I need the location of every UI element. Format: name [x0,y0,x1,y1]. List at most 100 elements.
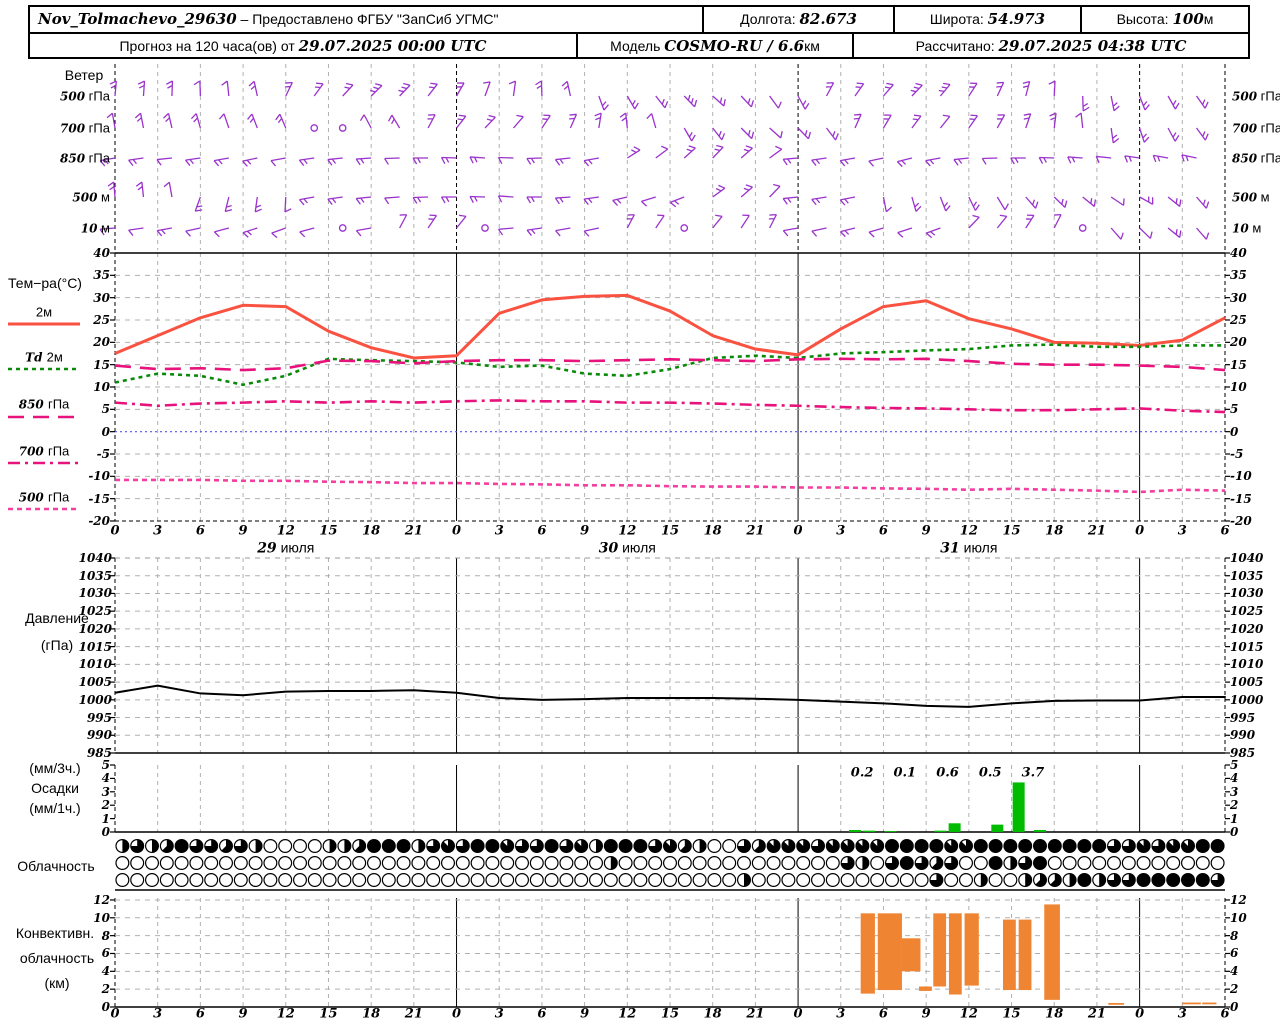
wind-barb-icon [1139,127,1150,143]
wind-barb-icon [640,196,656,207]
header-label: Широта: [929,11,988,27]
cloud-okta-symbol [248,872,263,887]
cloud-okta-fill [980,873,988,887]
cloud-okta-symbol [337,872,352,887]
wind-barb-icon [128,157,144,166]
wind-barb-icon [996,214,1008,229]
cloud-okta-symbol [485,872,500,887]
wind-barb-icon [996,81,1005,97]
cloud-okta-symbol [1195,855,1210,870]
wind-barb-icon [384,196,400,205]
header-label: – [236,11,253,27]
cloud-okta-symbol [618,838,633,853]
wind-barb-icon [99,157,116,167]
wind-barb-icon [868,227,884,238]
wind-barb-icon [939,114,951,129]
wind-barb-icon [299,227,315,238]
cloud-okta-symbol [736,855,751,870]
wind-barb-icon [1196,127,1209,141]
wind-barb-icon [968,82,978,97]
cloud-okta-fill [152,839,159,853]
wind-barb-icon [137,80,146,97]
conv-cloud-bar [933,913,947,987]
cloud-okta-symbol [633,872,648,887]
cloud-okta-symbol [973,838,988,853]
wind-barb-icon [655,214,665,229]
cloud-okta-symbol [159,872,174,887]
cloud-okta-symbol [204,855,219,870]
cloud-okta-symbol [307,838,322,853]
cloud-okta-fill [855,839,869,853]
cloud-okta-symbol [174,855,189,870]
cloud-okta-symbol [396,855,411,870]
cloud-okta-symbol [470,838,485,853]
cloud-okta-symbol [307,855,322,870]
cloud-okta-symbol [1077,855,1092,870]
cloud-okta-fill [344,839,351,853]
wind-calm-icon [338,124,347,132]
wind-barb-icon [882,114,892,129]
conv-cloud-bar [1202,1002,1217,1005]
wind-barb-icon [569,113,578,129]
wind-barb-icon [619,112,628,129]
wind-barb-icon [156,157,172,166]
cloud-okta-fill [596,839,603,853]
header-label: км [804,38,820,54]
cloud-okta-symbol [810,855,825,870]
wind-barb-icon [561,80,572,97]
cloud-okta-symbol [899,838,914,853]
wind-barb-icon [270,157,286,167]
cloud-okta-symbol [367,872,382,887]
wind-barb-icon [469,156,486,164]
wind-barb-icon [769,145,783,159]
wind-barb-icon [440,156,457,164]
cloud-okta-symbol [929,838,944,853]
cloud-okta-symbol [263,872,278,887]
wind-barb-icon [440,196,457,204]
cloud-okta-symbol [145,872,160,887]
wind-barb-icon [399,214,408,229]
wind-barb-icon [1053,196,1068,208]
wind-barb-icon [1110,227,1124,240]
cloud-okta-symbol [426,855,441,870]
cloud-okta-fill [418,839,425,853]
wind-barb-icon [163,112,173,129]
wind-barb-icon [712,184,726,198]
cloud-okta-symbol [189,872,204,887]
cloud-okta-symbol [781,855,796,870]
wind-barb-icon [508,80,517,97]
wind-barb-icon [135,181,145,198]
wind-barb-icon [298,196,315,206]
wind-barb-icon [1049,112,1057,129]
cloud-okta-symbol [500,872,515,887]
cloud-okta-symbol [1210,838,1225,853]
cloud-okta-symbol [219,872,234,887]
cloud-okta-symbol [899,855,914,870]
wind-barb-icon [655,95,669,109]
wind-barb-icon [275,113,287,129]
cloud-okta-symbol [1195,838,1210,853]
wind-barb-icon [497,156,514,164]
cloud-okta-symbol [337,855,352,870]
wind-calm-icon [310,124,319,132]
wind-barb-icon [740,127,755,140]
wind-barb-icon [271,227,286,239]
cloud-okta-symbol [174,872,189,887]
wind-calm-icon [1078,224,1087,232]
cloud-okta-symbol [529,872,544,887]
wind-barb-icon [469,195,486,203]
wind-barb-icon [218,113,230,129]
cloud-okta-symbol [441,872,456,887]
cloud-okta-symbol [293,872,308,887]
wind-barb-icon [655,145,669,159]
cloud-okta-symbol [159,855,174,870]
cloud-okta-symbol [722,872,737,887]
cloud-okta-symbol [455,872,470,887]
wind-barb-icon [541,114,551,129]
wind-barb-icon [134,112,145,129]
wind-barb-icon [387,114,401,129]
wind-barb-icon [594,112,602,129]
wind-barb-icon [156,227,173,237]
wind-barb-icon [248,80,258,97]
cloud-okta-fill [1010,856,1017,870]
